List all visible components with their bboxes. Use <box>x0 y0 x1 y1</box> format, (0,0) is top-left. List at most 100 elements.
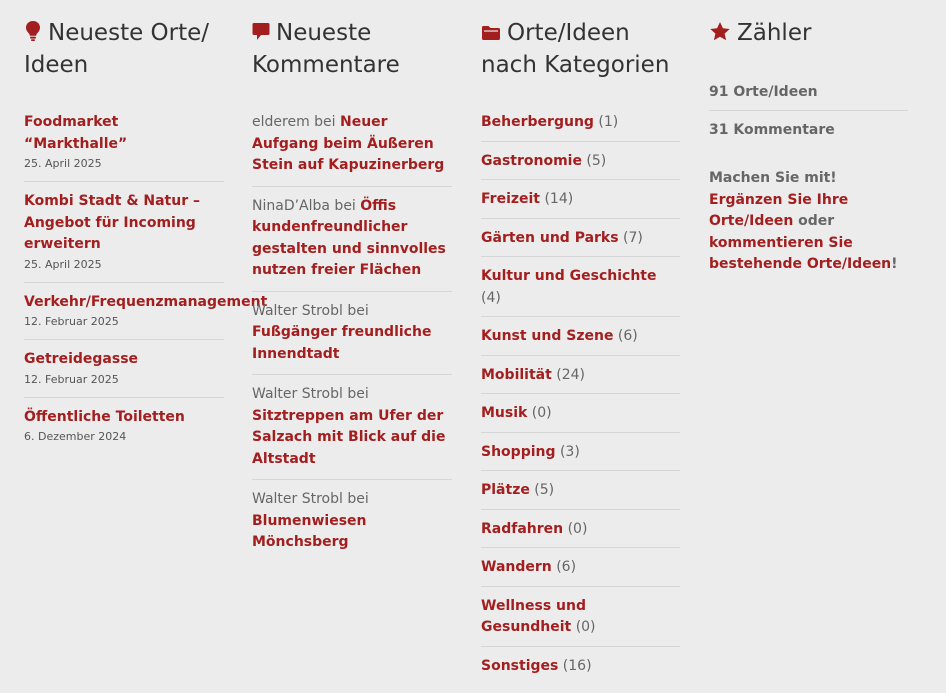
category-count: (0) <box>567 520 588 537</box>
category-item: Kunst und Szene (6) <box>481 326 680 356</box>
recent-post-item: Getreidegasse 12. Februar 2025 <box>24 349 224 398</box>
category-link[interactable]: Shopping <box>481 444 556 460</box>
categories-widget: Orte/Ideen nach Kategorien Beherbergung … <box>481 18 680 693</box>
comment-post-link[interactable]: Sitztreppen am Ufer der Salzach mit Blic… <box>252 408 445 467</box>
cta-mid: oder <box>793 213 835 229</box>
categories-title: Orte/Ideen nach Kategorien <box>481 20 670 78</box>
category-item: Gärten und Parks (7) <box>481 228 680 257</box>
category-count: (3) <box>559 443 580 460</box>
recent-post-date: 12. Februar 2025 <box>24 315 119 328</box>
category-count: (16) <box>562 657 592 674</box>
category-count: (0) <box>575 619 596 635</box>
comment-separator: bei <box>342 386 369 402</box>
comment-post-link[interactable]: Blumenwiesen Mönchsberg <box>252 513 367 551</box>
comment-author: elderem <box>252 114 310 130</box>
comment-author: Walter Strobl <box>252 302 343 319</box>
recent-post-date: 25. April 2025 <box>24 257 102 271</box>
recent-post-item: Öffentliche Toiletten 6. Dezember 2024 <box>24 407 224 455</box>
places-count: 91 Orte/Ideen <box>709 82 908 111</box>
category-count: (6) <box>617 328 638 344</box>
category-item: Wandern (6) <box>481 557 680 587</box>
comment-icon <box>252 20 270 50</box>
cta-suffix: ! <box>891 256 898 272</box>
counter-title: Zähler <box>737 20 812 46</box>
category-link[interactable]: Plätze <box>481 482 530 498</box>
category-count: (24) <box>556 366 586 383</box>
category-link[interactable]: Gastronomie <box>481 153 582 169</box>
recent-posts-widget: Neueste Orte/ Ideen Foodmarket “Markthal… <box>24 18 267 463</box>
category-count: (5) <box>534 482 555 498</box>
category-item: Sonstiges (16) <box>481 656 680 685</box>
category-link[interactable]: Beherbergung <box>481 114 594 130</box>
category-item: Beherbergung (1) <box>481 112 680 142</box>
category-count: (1) <box>598 114 619 130</box>
category-item: Mobilität (24) <box>481 365 680 394</box>
category-item: Shopping (3) <box>481 442 680 471</box>
call-to-action: Machen Sie mit! Ergänzen Sie Ihre Orte/I… <box>709 168 908 276</box>
recent-comments-widget: Neueste Kommentare elderem bei Neuer Auf… <box>252 18 452 572</box>
categories-heading: Orte/Ideen nach Kategorien <box>481 18 680 80</box>
recent-post-date: 12. Februar 2025 <box>24 372 119 386</box>
category-item: Plätze (5) <box>481 480 680 510</box>
recent-post-item: Verkehr/Frequenzmanagement 12. Februar 20… <box>24 292 267 340</box>
category-count: (5) <box>586 152 607 169</box>
comment-separator: bei <box>309 114 340 130</box>
recent-post-link[interactable]: Öffentliche Toiletten <box>24 407 224 429</box>
recent-post-item: Foodmarket “Markthalle” 25. April 2025 <box>24 112 224 182</box>
recent-posts-heading: Neueste Orte/ Ideen <box>24 18 224 80</box>
comment-author: Walter Strobl <box>252 386 343 402</box>
recent-comment-item: Walter Strobl bei Fußgänger freundliche … <box>252 301 452 375</box>
recent-post-link[interactable]: Foodmarket “Markthalle” <box>24 112 224 155</box>
folder-icon <box>481 20 501 50</box>
recent-comment-item: Walter Strobl bei Blumenwiesen Mönchsber… <box>252 489 452 563</box>
comment-separator: bei <box>329 197 361 214</box>
recent-posts-title: Neueste Orte/ Ideen <box>24 20 210 78</box>
category-link[interactable]: Gärten und Parks <box>481 230 619 246</box>
comment-post-link[interactable]: Fußgänger freundliche Innendtadt <box>252 324 431 362</box>
category-link[interactable]: Wellness und Gesundheit <box>481 598 586 636</box>
recent-post-item: Kombi Stadt & Natur – Angebot für Incomi… <box>24 191 224 283</box>
category-link[interactable]: Kunst und Szene <box>481 328 613 344</box>
cta-prefix: Machen Sie mit! <box>709 170 837 186</box>
recent-post-link[interactable]: Kombi Stadt & Natur – Angebot für Incomi… <box>24 191 224 256</box>
category-link[interactable]: Mobilität <box>481 367 552 383</box>
category-count: (4) <box>481 289 501 306</box>
counter-heading: Zähler <box>709 18 908 50</box>
recent-post-date: 6. Dezember 2024 <box>24 430 127 443</box>
comment-author: Walter Strobl <box>252 491 343 507</box>
recent-comment-item: NinaD’Alba bei Öffis kundenfreundlicher … <box>252 196 452 292</box>
comment-separator: bei <box>342 491 369 507</box>
category-item: Wellness und Gesundheit (0) <box>481 596 680 647</box>
recent-posts-list: Foodmarket “Markthalle” 25. April 2025 Kom… <box>24 112 267 455</box>
recent-comment-item: Walter Strobl bei Sitztreppen am Ufer de… <box>252 384 452 480</box>
category-link[interactable]: Wandern <box>481 559 552 575</box>
category-item: Freizeit (14) <box>481 189 680 219</box>
recent-post-link[interactable]: Getreidegasse <box>24 349 224 371</box>
category-link[interactable]: Freizeit <box>481 191 540 207</box>
widget-area: Neueste Orte/ Ideen Foodmarket “Markthal… <box>0 0 946 674</box>
counter-widget: Zähler 91 Orte/Ideen 31 Kommentare Mache… <box>709 18 908 276</box>
comments-count: 31 Kommentare <box>709 122 835 138</box>
comment-places-link[interactable]: kommentieren Sie bestehende Orte/Ideen <box>709 235 891 273</box>
recent-comments-title: Neueste Kommentare <box>252 20 400 78</box>
comment-author: NinaD’Alba <box>252 197 330 214</box>
category-link[interactable]: Sonstiges <box>481 658 558 674</box>
recent-comments-list: elderem bei Neuer Aufgang beim Äußeren S… <box>252 112 452 563</box>
category-count: (0) <box>531 405 552 421</box>
category-link[interactable]: Musik <box>481 405 527 421</box>
lightbulb-icon <box>24 20 42 50</box>
category-count: (14) <box>544 191 574 207</box>
category-item: Kultur und Geschichte (4) <box>481 266 680 317</box>
category-count: (7) <box>623 229 643 246</box>
recent-post-link[interactable]: Verkehr/Frequenzmanagement <box>24 292 267 314</box>
category-item: Gastronomie (5) <box>481 151 680 180</box>
comment-separator: bei <box>342 302 369 319</box>
category-item: Radfahren (0) <box>481 519 680 548</box>
star-icon <box>709 20 731 50</box>
category-item: Musik (0) <box>481 403 680 433</box>
category-link[interactable]: Kultur und Geschichte <box>481 268 656 284</box>
recent-comment-item: elderem bei Neuer Aufgang beim Äußeren S… <box>252 112 452 187</box>
categories-list: Beherbergung (1) Gastronomie (5) Freizeit … <box>481 112 680 684</box>
category-link[interactable]: Radfahren <box>481 521 563 537</box>
recent-post-date: 25. April 2025 <box>24 157 102 170</box>
